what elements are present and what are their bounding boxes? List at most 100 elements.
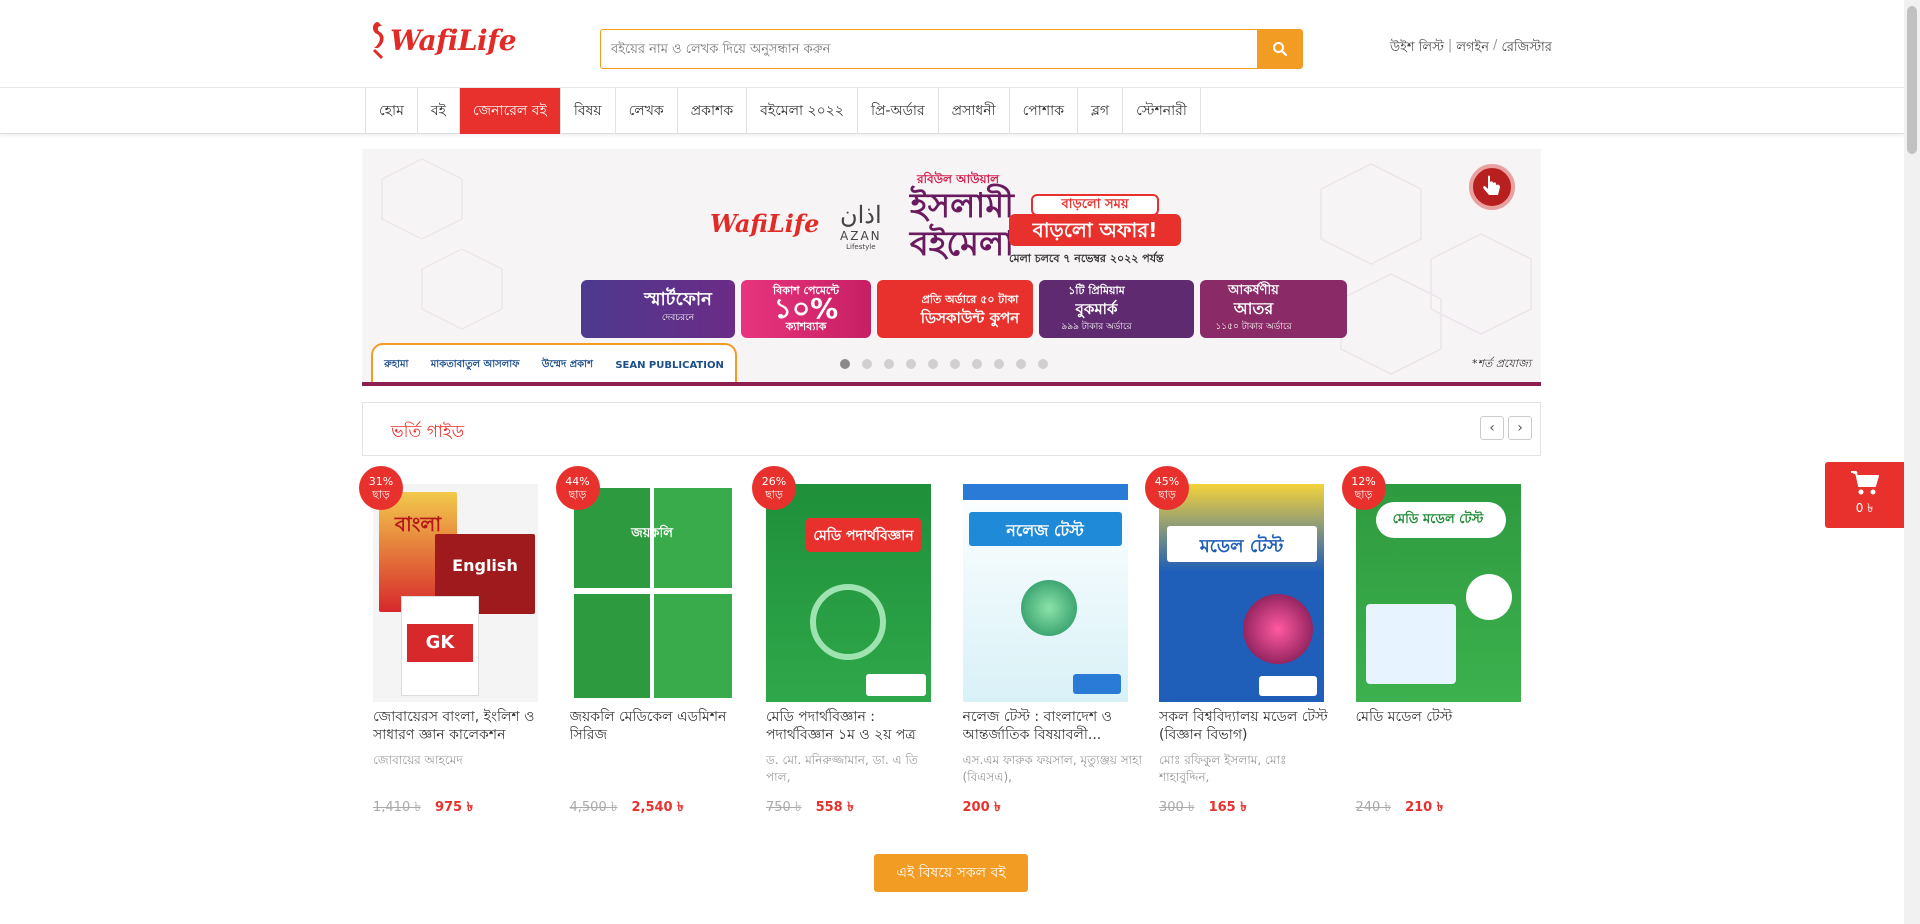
offer-tile-smartphone: স্মার্টফোন দেবচরনে xyxy=(581,280,735,338)
cover-title: মডেল টেস্ট xyxy=(1199,536,1284,557)
scrollbar-thumb[interactable] xyxy=(1907,6,1917,154)
current-price: 210 ৳ xyxy=(1405,800,1444,815)
nav-cosmetics[interactable]: প্রসাধনী xyxy=(939,88,1010,134)
discount-badge: 31% ছাড় xyxy=(359,466,403,510)
carousel-dot[interactable] xyxy=(1016,359,1026,369)
tile-sub: ক্যাশব্যাক xyxy=(785,320,827,333)
cart-icon xyxy=(1850,471,1879,495)
cover-title: English xyxy=(452,556,518,575)
current-price: 165 ৳ xyxy=(1208,800,1247,815)
prev-arrow-button[interactable]: ‹ xyxy=(1480,416,1504,440)
discount-value: 45% xyxy=(1154,475,1180,488)
nav-books[interactable]: বই xyxy=(418,88,460,134)
book-cover[interactable]: মেডি পদার্থবিজ্ঞান xyxy=(766,484,931,702)
carousel-dot[interactable] xyxy=(1038,359,1048,369)
product-title[interactable]: জয়কলি মেডিকেল এডমিশন সিরিজ xyxy=(570,708,750,744)
offer-top: বাড়লো সময় xyxy=(1031,194,1159,216)
separator: / xyxy=(1493,38,1498,53)
offer-tile-bookmark: ১টি প্রিমিয়াম বুকমার্ক ৯৯৯ টাকার অর্ডার… xyxy=(1039,280,1194,338)
nav-pre-order[interactable]: প্রি-অর্ডার xyxy=(858,88,939,134)
carousel-dot[interactable] xyxy=(862,359,872,369)
publisher-logo: মাকতাবাতুল আসলাফ xyxy=(430,359,520,370)
nav-general-books[interactable]: জেনারেল বই xyxy=(459,88,561,134)
product-price: 300 ৳ 165 ৳ xyxy=(1159,798,1345,819)
product-carousel: 31% ছাড় বাংলা English GK জোবায়েরস বাংল… xyxy=(359,466,1542,821)
product-card[interactable]: 12% ছাড় মেডি মডেল টেস্ট মেডি মডেল টেস্ট… xyxy=(1341,466,1542,821)
product-card[interactable]: 26% ছাড় মেডি পদার্থবিজ্ঞান মেডি পদার্থব… xyxy=(752,466,952,821)
wishlist-link[interactable]: উইশ লিস্ট xyxy=(1390,38,1444,59)
product-title[interactable]: নলেজ টেস্ট : বাংলাদেশ ও আন্তর্জাতিক বিষয… xyxy=(963,708,1143,744)
product-card[interactable]: নলেজ টেস্ট নলেজ টেস্ট : বাংলাদেশ ও আন্তর… xyxy=(952,466,1149,821)
nav-authors[interactable]: লেখক xyxy=(616,88,678,134)
discount-value: 44% xyxy=(565,475,590,488)
product-author[interactable]: জোবায়ের আহমেদ xyxy=(373,752,553,786)
book-cover[interactable]: জয়কলি xyxy=(569,484,735,702)
product-title[interactable]: মেডি মডেল টেস্ট xyxy=(1356,708,1536,744)
nav-publishers[interactable]: প্রকাশক xyxy=(678,88,748,134)
tile-sub: ১১৫০ টাকার অর্ডারে xyxy=(1215,322,1292,332)
all-books-button[interactable]: এই বিষয়ে সকল বই xyxy=(874,854,1028,892)
nav-blog[interactable]: ব্লগ xyxy=(1078,88,1124,134)
nav-subjects[interactable]: বিষয় xyxy=(561,88,616,134)
hand-pointer-icon[interactable] xyxy=(1469,164,1515,210)
discount-badge: 12% ছাড় xyxy=(1341,466,1386,510)
nav-clothing[interactable]: পোশাক xyxy=(1010,88,1079,134)
carousel-dot[interactable] xyxy=(840,359,850,369)
logo-mark-icon xyxy=(372,22,384,60)
carousel-dot[interactable] xyxy=(972,359,982,369)
product-author[interactable]: মোঃ রফিকুল ইসলাম, মোঃ শাহাবুদ্দিন, xyxy=(1159,752,1339,786)
register-link[interactable]: রেজিস্টার xyxy=(1501,38,1552,59)
product-title[interactable]: মেডি পদার্থবিজ্ঞান : পদার্থবিজ্ঞান ১ম ও … xyxy=(766,708,946,744)
carousel-dot[interactable] xyxy=(950,359,960,369)
carousel-dot[interactable] xyxy=(906,359,916,369)
nav-home[interactable]: হোম xyxy=(366,88,418,134)
logo-text: WafiLife xyxy=(390,23,517,57)
user-links: উইশ লিস্ট | লগইন / রেজিস্টার xyxy=(1390,38,1552,59)
tile-small: আকর্ষণীয় xyxy=(1228,283,1279,298)
azan-english: AZAN xyxy=(840,229,882,243)
book-cover[interactable]: মেডি মডেল টেস্ট xyxy=(1355,484,1521,702)
promo-banner-carousel[interactable]: WafiLife اذان AZAN Lifestyle রবিউল আউয়া… xyxy=(362,149,1541,386)
offer-date: মেলা চলবে ৭ নভেম্বর ২০২২ পর্যন্ত xyxy=(1009,252,1164,265)
product-title[interactable]: জোবায়েরস বাংলা, ইংলিশ ও সাধারণ জ্ঞান কা… xyxy=(373,708,553,744)
discount-value: 31% xyxy=(368,475,394,488)
product-author[interactable] xyxy=(1356,752,1536,786)
book-cover[interactable]: নলেজ টেস্ট xyxy=(962,484,1128,702)
tile-sub: দেবচরনে xyxy=(661,313,695,323)
product-author[interactable]: ড. মো. মনিরুজ্জামান, ডা. এ তি পাল, xyxy=(766,752,946,786)
product-price: 750 ৳ 558 ৳ xyxy=(766,798,952,819)
old-price: 1,410 ৳ xyxy=(373,800,421,815)
search-icon xyxy=(1272,42,1287,57)
product-card[interactable]: 45% ছাড় মডেল টেস্ট সকল বিশ্ববিদ্যালয় ম… xyxy=(1145,466,1345,821)
next-arrow-button[interactable]: › xyxy=(1508,416,1532,440)
nav-book-fair[interactable]: বইমেলা ২০২২ xyxy=(747,88,858,134)
book-cover[interactable]: মডেল টেস্ট xyxy=(1159,484,1324,702)
current-price: 975 ৳ xyxy=(434,800,474,815)
product-author[interactable] xyxy=(570,752,750,786)
carousel-dot[interactable] xyxy=(928,359,938,369)
azan-sub: Lifestyle xyxy=(846,243,876,251)
search-button[interactable] xyxy=(1257,30,1302,68)
page-scrollbar[interactable] xyxy=(1904,0,1920,924)
section-title[interactable]: ভর্তি গাইড xyxy=(391,419,464,447)
cover-title: নলেজ টেস্ট xyxy=(1006,521,1084,540)
banner-logo: WafiLife xyxy=(710,209,820,238)
site-logo[interactable]: WafiLife xyxy=(368,18,517,62)
nav-stationery[interactable]: স্টেশনারী xyxy=(1123,88,1201,134)
login-link[interactable]: লগইন xyxy=(1456,38,1489,59)
cover-title: মেডি মডেল টেস্ট xyxy=(1392,512,1484,527)
product-card[interactable]: 44% ছাড় জয়কলি জয়কলি মেডিকেল এডমিশন সি… xyxy=(555,466,756,821)
product-price: 240 ৳ 210 ৳ xyxy=(1356,798,1542,819)
product-title[interactable]: সকল বিশ্ববিদ্যালয় মডেল টেস্ট (বিজ্ঞান ব… xyxy=(1159,708,1339,744)
book-cover[interactable]: বাংলা English GK xyxy=(373,484,538,702)
product-card[interactable]: 31% ছাড় বাংলা English GK জোবায়েরস বাংল… xyxy=(359,466,559,821)
product-author[interactable]: এস.এম ফারুক ফয়সাল, মৃত্যুঞ্জয় সাহা (বি… xyxy=(963,752,1143,786)
carousel-dot[interactable] xyxy=(884,359,894,369)
search-input[interactable] xyxy=(601,30,1257,68)
search-bar xyxy=(600,29,1303,69)
product-price: 200 ৳ xyxy=(963,798,1149,819)
discount-label: ছাড় xyxy=(765,488,783,501)
floating-cart-button[interactable]: 0 ৳ xyxy=(1825,462,1904,528)
azan-arabic: اذان xyxy=(840,201,882,229)
carousel-dot[interactable] xyxy=(994,359,1004,369)
